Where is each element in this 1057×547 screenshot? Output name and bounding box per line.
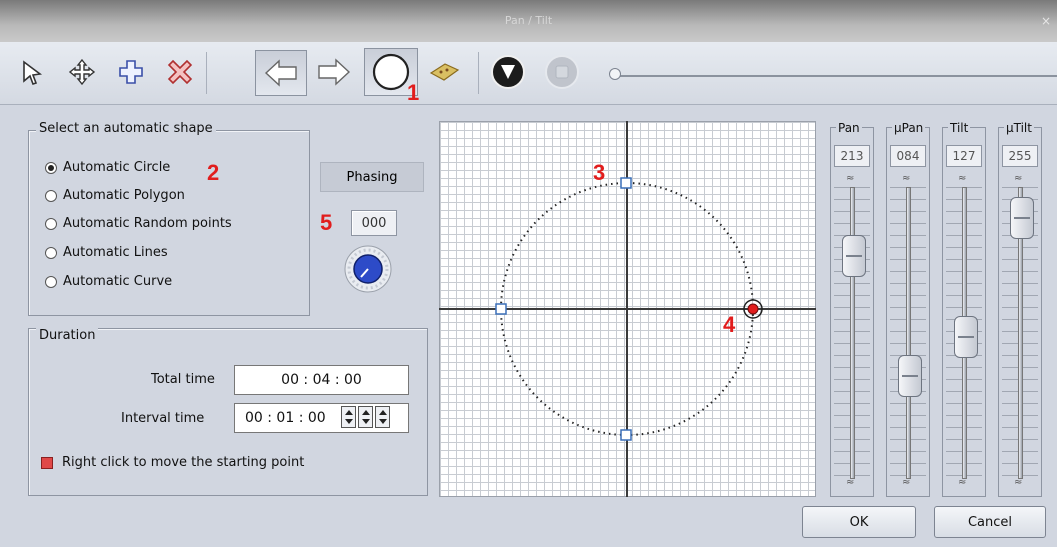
- channel-utilt: µTilt 255 ≈ ≈: [996, 117, 1044, 497]
- total-time-input[interactable]: 00 : 04 : 00: [234, 365, 409, 395]
- starting-point[interactable]: [747, 303, 759, 315]
- speed-slider-track[interactable]: [614, 75, 1057, 77]
- marker-2: 2: [207, 160, 220, 185]
- channel-tilt: Tilt 127 ≈ ≈: [940, 117, 988, 497]
- dmx-channels: Pan 213 ≈ ≈ µPan 084 ≈ ≈ Tilt 127 ≈ ≈ µT…: [828, 117, 1050, 497]
- scroll-up-icon[interactable]: ≈: [846, 174, 854, 184]
- map-icon[interactable]: [424, 52, 464, 92]
- scroll-up-icon[interactable]: ≈: [1014, 174, 1022, 184]
- radio-label: Automatic Polygon: [63, 188, 185, 203]
- add-point-icon[interactable]: [111, 52, 151, 92]
- interval-time-value: 00 : 01 : 00: [245, 410, 326, 426]
- toolbar-separator: [478, 52, 479, 94]
- close-icon[interactable]: ×: [1041, 14, 1051, 28]
- move-cross-icon[interactable]: [62, 52, 102, 92]
- channel-value[interactable]: 127: [946, 145, 982, 167]
- knob-icon: [344, 245, 392, 293]
- pan-slider-thumb[interactable]: [842, 235, 866, 277]
- pan-tilt-window: Pan / Tilt × 1 Select an automatic shape…: [0, 0, 1057, 547]
- circle-path: [500, 182, 754, 436]
- radio-automatic-lines[interactable]: Automatic Lines: [45, 245, 168, 260]
- radio-automatic-random-points[interactable]: Automatic Random points: [45, 216, 232, 231]
- radio-automatic-curve[interactable]: Automatic Curve: [45, 274, 172, 289]
- radio-circle: [45, 161, 57, 174]
- radio-circle: [45, 217, 57, 230]
- radio-label: Automatic Random points: [63, 216, 232, 231]
- channel-name: Pan: [836, 121, 862, 135]
- phasing-knob[interactable]: [343, 244, 393, 298]
- path-point[interactable]: [495, 303, 507, 315]
- path-point[interactable]: [620, 177, 632, 189]
- marker-3: 3: [593, 160, 606, 185]
- channel-value[interactable]: 213: [834, 145, 870, 167]
- shape-group-label: Select an automatic shape: [36, 121, 216, 136]
- seconds-spinner[interactable]: [375, 406, 390, 428]
- next-arrow-icon[interactable]: [312, 52, 356, 92]
- ok-button[interactable]: OK: [802, 506, 916, 538]
- marker-1: 1: [407, 80, 420, 105]
- radio-label: Automatic Lines: [63, 245, 168, 260]
- phasing-label: Phasing: [320, 162, 424, 192]
- toolbar-separator: [206, 52, 207, 94]
- radio-selected-dot: [48, 164, 54, 171]
- scroll-down-icon[interactable]: ≈: [1014, 478, 1022, 488]
- play-icon[interactable]: [488, 52, 528, 92]
- radio-automatic-polygon[interactable]: Automatic Polygon: [45, 188, 185, 203]
- utilt-slider-thumb[interactable]: [1010, 197, 1034, 239]
- interval-time-label: Interval time: [121, 411, 205, 426]
- starting-point-hint: Right click to move the starting point: [62, 455, 305, 470]
- channel-name: µPan: [892, 121, 926, 135]
- slider-track[interactable]: [850, 187, 855, 479]
- speed-slider-knob[interactable]: [609, 68, 621, 80]
- upan-slider-thumb[interactable]: [898, 355, 922, 397]
- scroll-up-icon[interactable]: ≈: [902, 174, 910, 184]
- scroll-up-icon[interactable]: ≈: [958, 174, 966, 184]
- previous-arrow-icon[interactable]: [255, 50, 307, 96]
- phasing-value[interactable]: 000: [351, 210, 397, 236]
- radio-circle: [45, 246, 57, 259]
- channel-value[interactable]: 255: [1002, 145, 1038, 167]
- slider-track[interactable]: [906, 187, 911, 479]
- hours-spinner[interactable]: [341, 406, 356, 428]
- stop-icon[interactable]: [542, 52, 582, 92]
- tilt-slider-thumb[interactable]: [954, 316, 978, 358]
- window-title: Pan / Tilt: [504, 14, 553, 27]
- total-time-label: Total time: [151, 372, 215, 387]
- channel-name: µTilt: [1004, 121, 1034, 135]
- marker-5: 5: [320, 210, 333, 235]
- channel-upan: µPan 084 ≈ ≈: [884, 117, 932, 497]
- marker-4: 4: [723, 312, 736, 337]
- channel-value[interactable]: 084: [890, 145, 926, 167]
- channel-pan: Pan 213 ≈ ≈: [828, 117, 876, 497]
- delete-point-icon[interactable]: [160, 52, 200, 92]
- starting-point-legend-swatch: [41, 457, 53, 469]
- radio-label: Automatic Circle: [63, 160, 171, 175]
- minutes-spinner[interactable]: [358, 406, 373, 428]
- scroll-down-icon[interactable]: ≈: [902, 478, 910, 488]
- title-bar[interactable]: Pan / Tilt ×: [0, 0, 1057, 42]
- path-point[interactable]: [620, 429, 632, 441]
- cancel-button[interactable]: Cancel: [934, 506, 1046, 538]
- channel-name: Tilt: [948, 121, 971, 135]
- radio-automatic-circle[interactable]: Automatic Circle: [45, 160, 170, 175]
- radio-circle: [45, 275, 57, 288]
- radio-label: Automatic Curve: [63, 274, 173, 289]
- select-arrow-icon[interactable]: [12, 52, 52, 92]
- scroll-down-icon[interactable]: ≈: [958, 478, 966, 488]
- scroll-down-icon[interactable]: ≈: [846, 478, 854, 488]
- circle-path-layer: [495, 177, 763, 441]
- toolbar: [0, 42, 1057, 105]
- duration-group-label: Duration: [36, 328, 99, 343]
- radio-circle: [45, 189, 57, 202]
